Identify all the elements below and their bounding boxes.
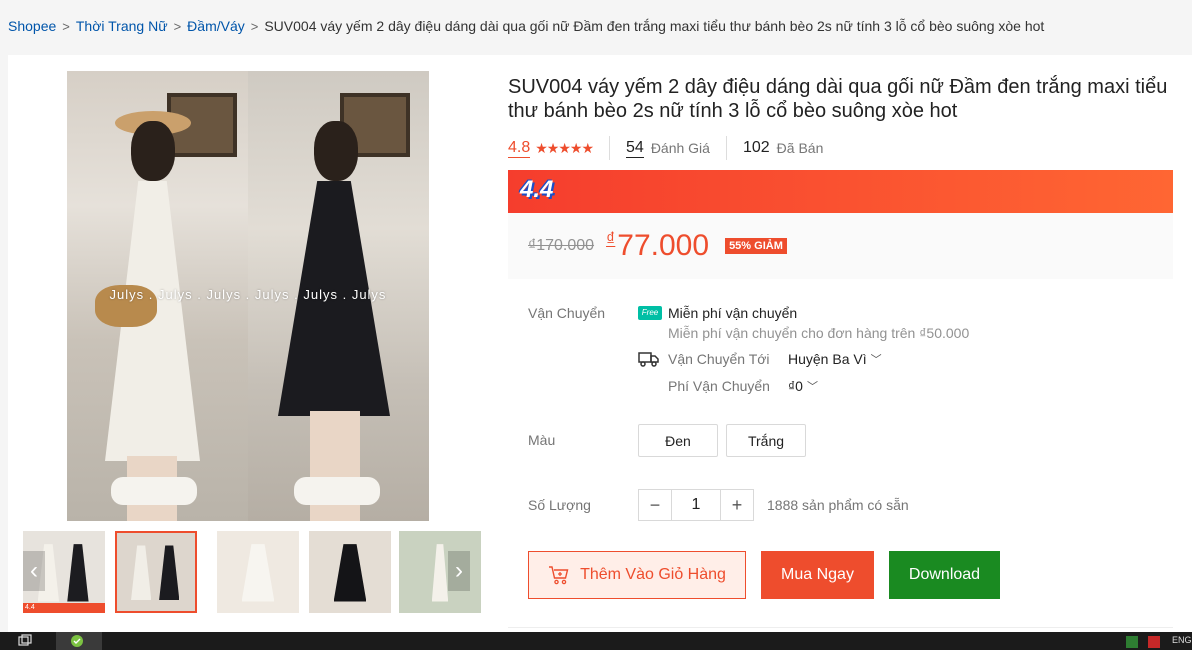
- breadcrumb-subcategory[interactable]: Đầm/Váy: [187, 18, 245, 34]
- ship-to-label: Vận Chuyển Tới: [668, 351, 770, 367]
- ship-to-value[interactable]: Huyện Ba Vì: [788, 351, 867, 367]
- thumb-dress-black: [67, 544, 89, 602]
- flash-sale-banner: 4.4: [508, 170, 1173, 213]
- main-product-image[interactable]: Julys . Julys . Julys . Julys . Julys . …: [67, 71, 429, 521]
- free-shipping-icon: Free: [638, 306, 662, 320]
- breadcrumb-separator-icon: >: [250, 18, 259, 34]
- tray-app-icon[interactable]: [1148, 636, 1160, 648]
- thumb-dress-black: [159, 545, 180, 601]
- flash-sale-logo: 4.4: [520, 176, 554, 203]
- color-label: Màu: [528, 432, 556, 448]
- buy-now-button[interactable]: Mua Ngay: [761, 551, 874, 599]
- os-taskbar: ENG: [0, 632, 1192, 650]
- add-to-cart-label: Thêm Vào Giỏ Hàng: [580, 566, 726, 583]
- breadcrumb-current: SUV004 váy yếm 2 dây điệu dáng dài qua g…: [264, 18, 1045, 34]
- shipping-info: Free Miễn phí vận chuyển Miễn phí vận ch…: [638, 303, 969, 396]
- thumb-dress-white: [131, 545, 152, 601]
- shipping-label: Vận Chuyển: [528, 305, 606, 321]
- thumb-dress-white: [431, 544, 449, 602]
- currency-symbol: ₫: [606, 229, 616, 249]
- discount-badge: 55% GIẢM: [725, 238, 787, 254]
- color-option-white[interactable]: Trắng: [726, 424, 806, 457]
- plus-icon[interactable]: +: [721, 490, 753, 520]
- active-app-tile[interactable]: [56, 632, 102, 650]
- add-to-cart-button[interactable]: Thêm Vào Giỏ Hàng: [528, 551, 746, 599]
- chevron-right-icon[interactable]: ›: [448, 551, 470, 591]
- thumb-dress-white: [241, 544, 275, 602]
- chevron-down-icon[interactable]: ﹀: [871, 351, 882, 367]
- divider: [609, 136, 611, 160]
- original-price: ₫170.000: [528, 237, 595, 254]
- thumbnail[interactable]: [217, 531, 299, 613]
- image-watermark: Julys . Julys . Julys . Julys . Julys . …: [109, 287, 387, 302]
- thumbnail-strip: 4.4 ‹ ›: [23, 531, 481, 613]
- quantity-input[interactable]: 1: [671, 490, 721, 520]
- sale-price-value: 77.000: [617, 229, 710, 262]
- language-indicator[interactable]: ENG: [1172, 635, 1192, 645]
- star-rating-icon: ★★★★★: [535, 139, 594, 156]
- free-shipping-title: Miễn phí vận chuyển: [668, 305, 798, 321]
- app-icon: [71, 635, 83, 647]
- reviews-label: Đánh Giá: [650, 140, 710, 156]
- sale-price: ₫77.000: [606, 229, 709, 263]
- chevron-down-icon[interactable]: ﹀: [807, 378, 818, 394]
- product-title: SUV004 váy yếm 2 dây điệu dáng dài qua g…: [508, 76, 1168, 122]
- cart-icon: [549, 566, 569, 585]
- product-card: Julys . Julys . Julys . Julys . Julys . …: [8, 55, 1192, 645]
- divider: [508, 627, 1173, 628]
- breadcrumb-category[interactable]: Thời Trang Nữ: [76, 18, 168, 34]
- thumbnail-badge: 4.4: [23, 603, 105, 613]
- quantity-stepper: − 1 +: [638, 489, 754, 521]
- rating-value[interactable]: 4.8: [508, 139, 531, 158]
- color-option-black[interactable]: Đen: [638, 424, 718, 457]
- stock-available: 1888 sản phẩm có sẵn: [767, 497, 909, 513]
- truck-icon: [638, 352, 659, 367]
- sold-count: 102: [742, 139, 770, 156]
- model-head: [314, 121, 358, 181]
- breadcrumb-shopee[interactable]: Shopee: [8, 18, 56, 34]
- task-view-icon[interactable]: [18, 634, 32, 648]
- thumb-dress-black: [333, 544, 367, 602]
- ship-fee-value[interactable]: ₫0: [788, 378, 803, 394]
- sneakers: [111, 477, 197, 505]
- quantity-label: Số Lượng: [528, 497, 591, 513]
- thumbnail[interactable]: [309, 531, 391, 613]
- divider: [725, 136, 727, 160]
- sold-label: Đã Bán: [776, 140, 824, 156]
- sneakers: [294, 477, 380, 505]
- price-box: ₫170.000 ₫77.000 55% GIẢM: [508, 213, 1173, 279]
- reviews-count[interactable]: 54: [626, 139, 644, 158]
- thumbnail-selected[interactable]: [115, 531, 197, 613]
- ship-fee-label: Phí Vận Chuyển: [668, 378, 770, 394]
- breadcrumb-separator-icon: >: [62, 18, 70, 34]
- chevron-left-icon[interactable]: ‹: [23, 551, 45, 591]
- model-head: [131, 121, 175, 181]
- minus-icon[interactable]: −: [639, 490, 671, 520]
- product-stats: 4.8 ★★★★★ 54 Đánh Giá 102 Đã Bán: [508, 135, 823, 161]
- tray-app-icon[interactable]: [1126, 636, 1138, 648]
- breadcrumb-separator-icon: >: [173, 18, 182, 34]
- breadcrumb: Shopee > Thời Trang Nữ > Đầm/Váy > SUV00…: [8, 18, 1044, 34]
- download-button[interactable]: Download: [889, 551, 1000, 599]
- free-shipping-desc: Miễn phí vận chuyển cho đơn hàng trên ₫5…: [668, 325, 970, 341]
